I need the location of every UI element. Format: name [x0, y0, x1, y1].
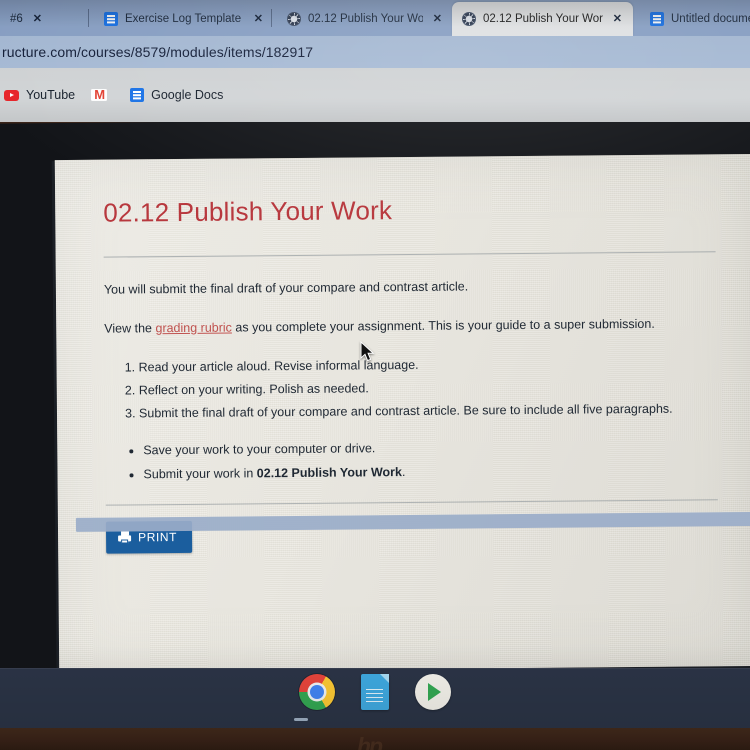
page-title: 02.12 Publish Your Work	[103, 195, 393, 228]
tab-strip: #6 ✕ Exercise Log Template (( ✕ 02.12 Pu…	[0, 0, 750, 36]
rubric-text-after: as you complete your assignment. This is…	[231, 316, 655, 335]
tab-close-icon[interactable]: ✕	[251, 12, 266, 27]
steps-list: Read your article aloud. Revise informal…	[105, 354, 718, 422]
tab-close-icon[interactable]: ✕	[610, 12, 625, 27]
google-docs-icon	[130, 88, 145, 102]
tab-divider	[271, 9, 272, 27]
tab-0[interactable]: #6 ✕	[0, 2, 90, 36]
google-docs-icon	[104, 12, 118, 26]
play-store-icon[interactable]	[415, 674, 451, 710]
photo-scene: hp 02.12 Publish Your Work You will subm…	[0, 0, 750, 750]
canvas-icon	[287, 12, 301, 26]
list-item: Save your work to your computer or drive…	[143, 437, 717, 458]
task-text-after: .	[401, 464, 406, 479]
youtube-icon	[4, 89, 19, 101]
rubric-paragraph: View the grading rubric as you complete …	[104, 315, 716, 337]
google-docs-icon	[650, 12, 664, 26]
bookmark-youtube[interactable]: YouTube	[4, 88, 75, 102]
tab-title: 02.12 Publish Your Worı	[483, 13, 603, 25]
tab-title: Exercise Log Template ((	[125, 13, 244, 25]
chrome-icon[interactable]	[299, 674, 335, 710]
bookmark-gmail[interactable]	[91, 89, 114, 101]
hp-brand-logo: hp	[356, 733, 383, 750]
printer-icon	[118, 531, 132, 544]
list-item: Reflect on your writing. Polish as neede…	[139, 377, 717, 398]
tab-title: Untitled documen	[671, 13, 750, 25]
bookmarks-bar: YouTube Google Docs	[0, 68, 750, 122]
browser-chrome: #6 ✕ Exercise Log Template (( ✕ 02.12 Pu…	[0, 0, 750, 122]
tab-divider	[88, 9, 89, 27]
canvas-icon	[462, 12, 476, 26]
rubric-text-before: View the	[104, 321, 156, 336]
tab-title: 02.12 Publish Your Worl	[308, 13, 423, 25]
bookmark-google-docs[interactable]: Google Docs	[130, 88, 223, 102]
tab-title: #6	[10, 13, 23, 25]
taskbar-shelf	[0, 668, 750, 728]
content-divider	[105, 499, 718, 506]
bookmark-label: YouTube	[26, 88, 76, 102]
task-text-before: Submit your work in	[143, 466, 257, 482]
title-divider	[103, 251, 716, 258]
intro-paragraph: You will submit the final draft of your …	[103, 279, 469, 297]
gmail-icon	[91, 89, 108, 101]
tab-4[interactable]: Untitled documen	[640, 2, 750, 36]
tab-3[interactable]: 02.12 Publish Your Worı ✕	[452, 2, 633, 36]
address-bar[interactable]: ructure.com/courses/8579/modules/items/1…	[0, 36, 750, 68]
print-button-label: PRINT	[138, 530, 178, 545]
tasks-list: Save your work to your computer or drive…	[105, 437, 717, 483]
bookmark-label: Google Docs	[151, 88, 224, 102]
tab-2[interactable]: 02.12 Publish Your Worl ✕	[277, 2, 453, 36]
canvas-page: 02.12 Publish Your Work You will submit …	[54, 153, 750, 673]
list-item: Submit the final draft of your compare a…	[139, 401, 717, 422]
shelf-icon-row	[0, 674, 750, 710]
google-docs-icon[interactable]	[361, 674, 389, 710]
list-item: Submit your work in 02.12 Publish Your W…	[143, 461, 717, 482]
task-assignment-name: 02.12 Publish Your Work	[256, 464, 402, 481]
tab-close-icon[interactable]: ✕	[430, 12, 445, 27]
tab-close-icon[interactable]: ✕	[30, 12, 45, 27]
address-bar-url[interactable]: ructure.com/courses/8579/modules/items/1…	[0, 44, 313, 60]
list-item: Read your article aloud. Revise informal…	[139, 354, 717, 375]
tab-1[interactable]: Exercise Log Template (( ✕	[94, 2, 274, 36]
grading-rubric-link[interactable]: grading rubric	[155, 320, 232, 335]
active-app-indicator	[294, 718, 308, 721]
